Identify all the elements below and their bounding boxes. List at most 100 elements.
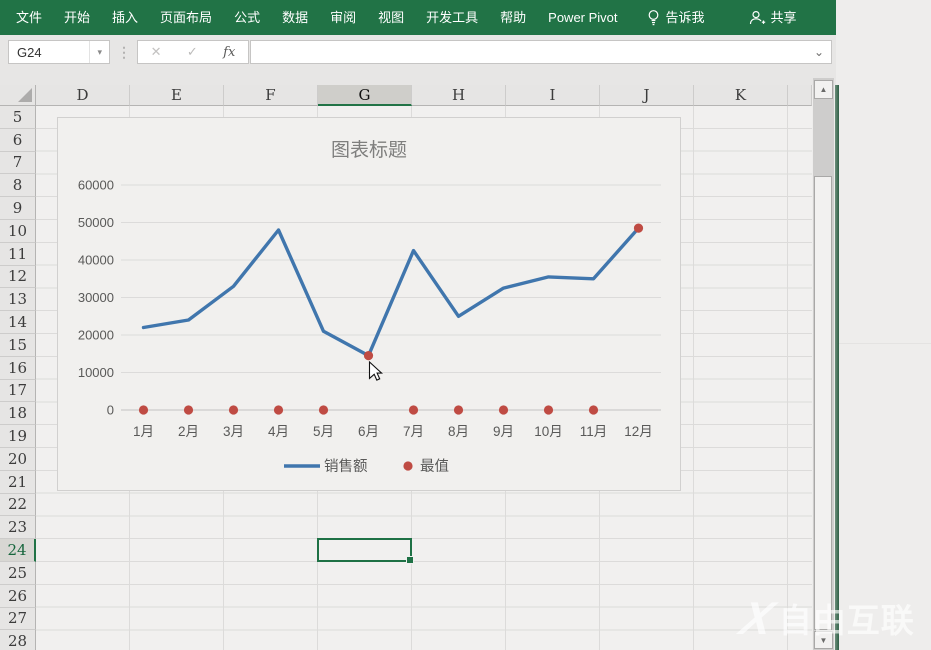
ribbon-tab-5[interactable]: 数据 [271, 0, 319, 35]
column-header-h[interactable]: H [412, 85, 506, 106]
fill-handle[interactable] [406, 556, 414, 564]
series-dot-extreme[interactable] [499, 405, 508, 414]
name-box-value: G24 [9, 45, 89, 60]
row-header-11[interactable]: 11 [0, 243, 36, 266]
row-header-27[interactable]: 27 [0, 608, 36, 631]
ribbon-tab-power-pivot[interactable]: Power Pivot [537, 0, 628, 35]
ribbon-tab-4[interactable]: 公式 [223, 0, 271, 35]
y-tick-label: 10000 [78, 365, 114, 380]
lightbulb-icon [646, 9, 661, 26]
enter-icon[interactable]: ✓ [187, 44, 198, 60]
x-tick-label: 9月 [493, 424, 514, 439]
share-label: 共享 [771, 0, 797, 35]
series-dot-extreme[interactable] [544, 405, 553, 414]
chart-title[interactable]: 图表标题 [331, 139, 407, 161]
row-header-8[interactable]: 8 [0, 174, 36, 197]
row-header-6[interactable]: 6 [0, 129, 36, 152]
ribbon-tab-7[interactable]: 视图 [367, 0, 415, 35]
series-dot-extreme[interactable] [319, 405, 328, 414]
ribbon-tab-9[interactable]: 帮助 [489, 0, 537, 35]
row-header-23[interactable]: 23 [0, 516, 36, 539]
excel-window: 文件开始插入页面布局公式数据审阅视图开发工具帮助Power Pivot告诉我 共享… [0, 0, 931, 650]
row-header-17[interactable]: 17 [0, 380, 36, 403]
legend-dot-sample [403, 461, 412, 470]
name-box[interactable]: G24 ▾ [8, 40, 110, 64]
column-header-partial[interactable] [788, 85, 812, 106]
y-tick-label: 60000 [78, 178, 114, 193]
row-header-26[interactable]: 26 [0, 585, 36, 608]
x-tick-label: 2月 [178, 424, 199, 439]
column-header-d[interactable]: D [36, 85, 130, 106]
ribbon-tab-0[interactable]: 文件 [5, 0, 53, 35]
ribbon-tab-8[interactable]: 开发工具 [415, 0, 489, 35]
row-header-15[interactable]: 15 [0, 334, 36, 357]
row-header-21[interactable]: 21 [0, 471, 36, 494]
row-header-19[interactable]: 19 [0, 425, 36, 448]
row-header-24[interactable]: 24 [0, 539, 36, 562]
row-header-16[interactable]: 16 [0, 357, 36, 380]
series-dot-extreme[interactable] [589, 405, 598, 414]
legend-label-sales[interactable]: 销售额 [324, 458, 368, 475]
ribbon-tab-3[interactable]: 页面布局 [149, 0, 223, 35]
series-dot-extreme[interactable] [184, 405, 193, 414]
vertical-scrollbar-thumb[interactable] [814, 176, 832, 630]
insert-function-icon[interactable]: fx [223, 45, 235, 60]
series-dot-extreme[interactable] [139, 405, 148, 414]
x-tick-label: 1月 [133, 424, 154, 439]
series-dot-extreme[interactable] [229, 405, 238, 414]
formula-bar-grip-icon: ⋮ [117, 44, 131, 61]
y-tick-label: 50000 [78, 215, 114, 230]
series-line-sales[interactable] [144, 228, 639, 356]
y-tick-label: 0 [107, 403, 114, 418]
ribbon-tab-6[interactable]: 审阅 [319, 0, 367, 35]
tell-me-button[interactable]: 告诉我 [635, 0, 716, 35]
column-header-e[interactable]: E [130, 85, 224, 106]
row-header-9[interactable]: 9 [0, 197, 36, 220]
x-tick-label: 8月 [448, 424, 469, 439]
column-header-g[interactable]: G [318, 85, 412, 106]
x-tick-label: 5月 [313, 424, 334, 439]
formula-expand-icon[interactable]: ⌄ [814, 45, 831, 59]
formula-input[interactable]: ⌄ [250, 40, 832, 64]
scroll-up-button[interactable]: ▲ [814, 80, 833, 99]
legend-label-extreme[interactable]: 最值 [420, 458, 449, 475]
selected-cell-g24[interactable] [317, 538, 412, 562]
row-header-28[interactable]: 28 [0, 630, 36, 650]
ribbon-tab-1[interactable]: 开始 [53, 0, 101, 35]
column-header-f[interactable]: F [224, 85, 318, 106]
row-header-25[interactable]: 25 [0, 562, 36, 585]
series-dot-extreme[interactable] [364, 351, 373, 360]
row-header-13[interactable]: 13 [0, 288, 36, 311]
chart-object[interactable]: 图表标题01000020000300004000050000600001月2月3… [57, 117, 681, 491]
series-dot-extreme[interactable] [409, 405, 418, 414]
column-header-k[interactable]: K [694, 85, 788, 106]
x-tick-label: 3月 [223, 424, 244, 439]
column-header-i[interactable]: I [506, 85, 600, 106]
series-dot-extreme[interactable] [634, 224, 643, 233]
scroll-down-icon: ▼ [820, 636, 828, 645]
series-dot-extreme[interactable] [454, 405, 463, 414]
select-all-button[interactable] [0, 85, 36, 106]
window-edge [835, 85, 839, 650]
row-header-12[interactable]: 12 [0, 266, 36, 289]
row-header-5[interactable]: 5 [0, 106, 36, 129]
x-tick-label: 12月 [624, 424, 653, 439]
x-tick-label: 4月 [268, 424, 289, 439]
row-header-18[interactable]: 18 [0, 402, 36, 425]
mouse-cursor-icon [370, 362, 382, 380]
series-dot-extreme[interactable] [274, 405, 283, 414]
ribbon-tab-2[interactable]: 插入 [101, 0, 149, 35]
row-header-20[interactable]: 20 [0, 448, 36, 471]
cancel-icon[interactable]: ✕ [151, 44, 162, 60]
row-header-7[interactable]: 7 [0, 152, 36, 175]
row-header-10[interactable]: 10 [0, 220, 36, 243]
row-header-22[interactable]: 22 [0, 494, 36, 517]
x-tick-label: 10月 [534, 424, 563, 439]
share-button[interactable]: 共享 [738, 0, 808, 35]
row-header-14[interactable]: 14 [0, 311, 36, 334]
scroll-down-button[interactable]: ▼ [814, 631, 833, 649]
scroll-up-icon: ▲ [820, 85, 828, 94]
formula-bar-row: G24 ▾ ⋮ ✕ ✓ fx ⌄ [0, 35, 836, 85]
column-header-j[interactable]: J [600, 85, 694, 106]
name-box-dropdown-icon[interactable]: ▾ [89, 41, 109, 63]
